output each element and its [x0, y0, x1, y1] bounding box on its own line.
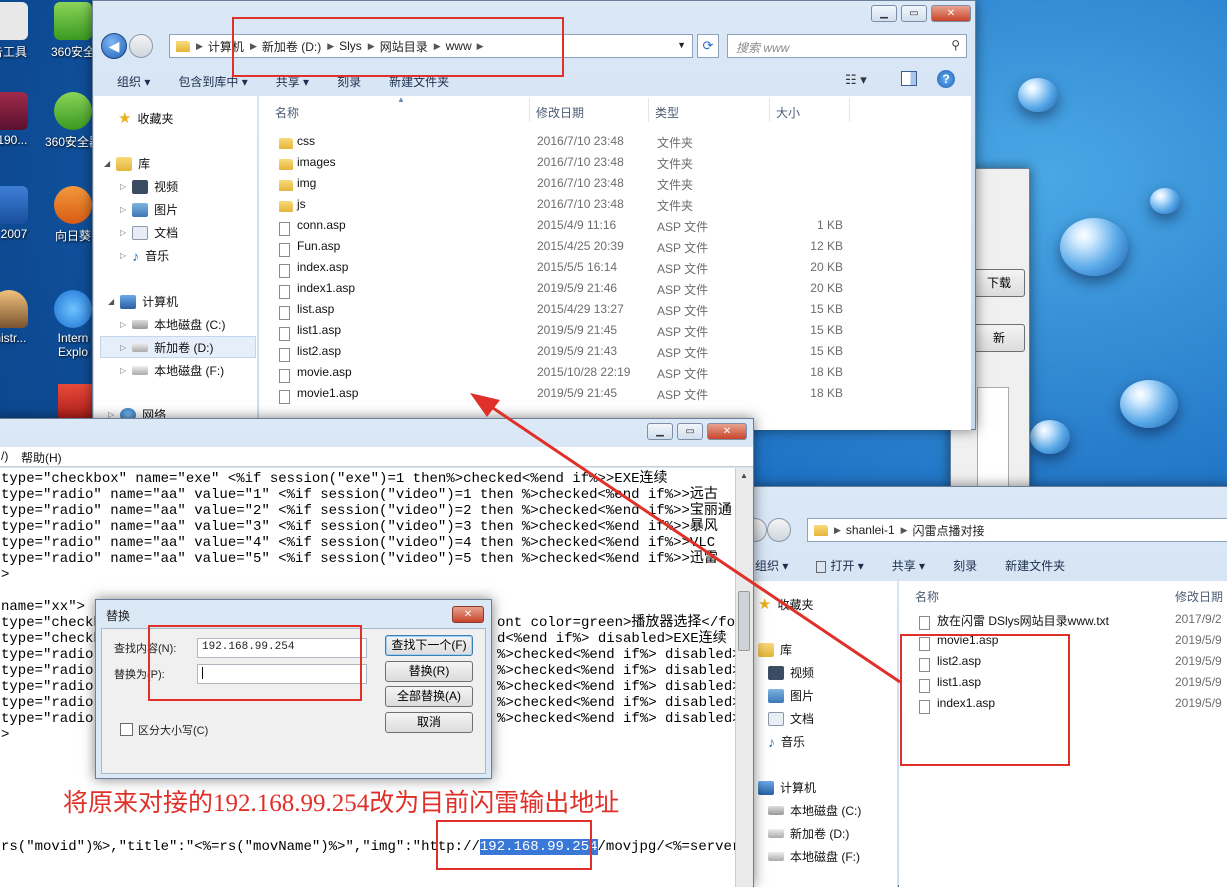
arrow-line	[483, 400, 901, 684]
annotation-arrow	[470, 393, 901, 684]
arrow-head-icon	[470, 393, 500, 417]
